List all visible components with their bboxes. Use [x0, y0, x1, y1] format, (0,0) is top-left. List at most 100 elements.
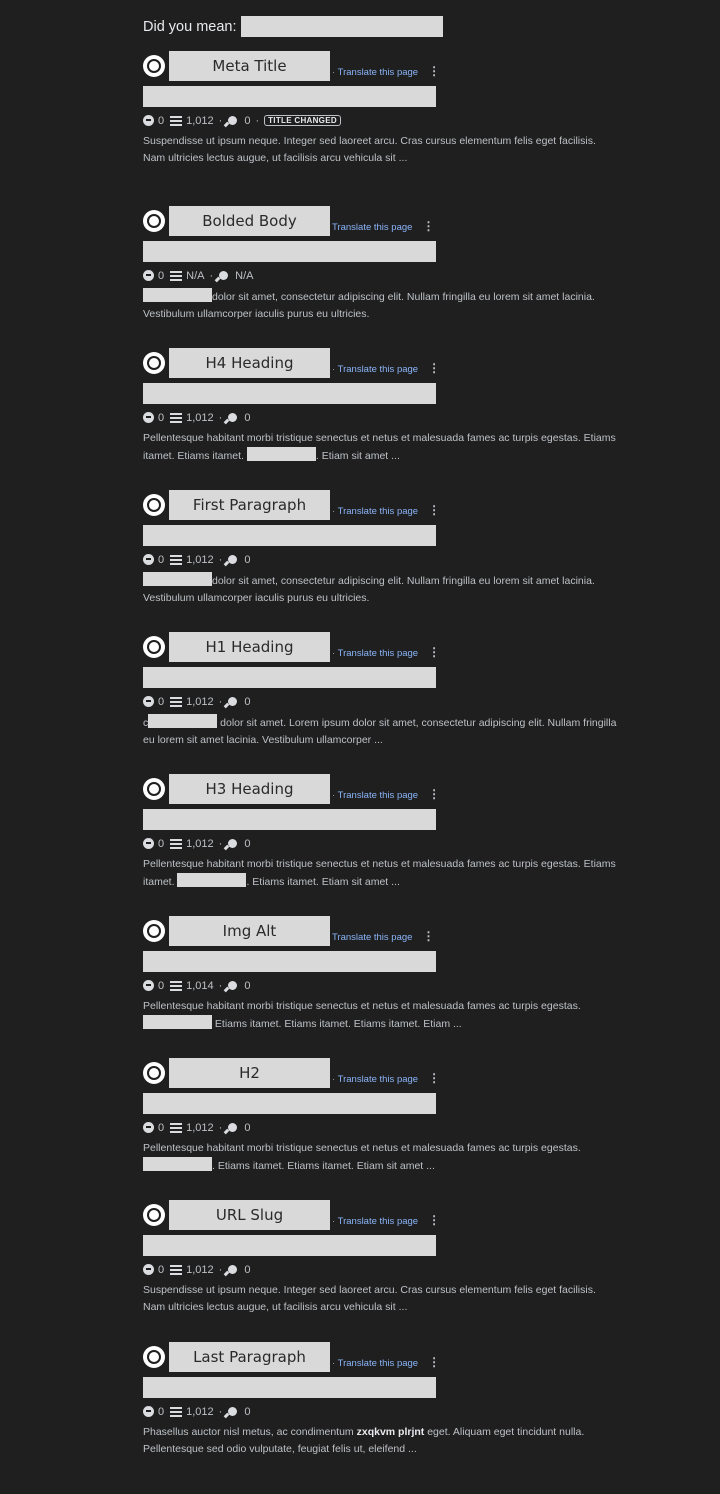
translate-link[interactable]: · Translate this page — [332, 790, 418, 801]
translate-link[interactable]: Translate this page — [332, 222, 412, 233]
redacted-text — [143, 1015, 212, 1029]
translate-link[interactable]: Translate this page — [332, 932, 412, 943]
keyword-count: 0 — [244, 1121, 251, 1134]
word-count: 1,012 — [186, 553, 214, 566]
word-count-icon — [170, 838, 183, 849]
redacted-result-title-link[interactable] — [143, 1377, 436, 1398]
more-options-icon[interactable]: ⋮ — [428, 64, 440, 78]
result-header: Bolded Body Translate this page ⋮ — [143, 206, 623, 236]
snippet-text: Suspendisse ut ipsum neque. Integer sed … — [143, 1284, 596, 1313]
comment-icon — [143, 1122, 154, 1133]
search-result: H1 Heading · Translate this page ⋮ 0 1,0… — [143, 632, 623, 774]
word-count: 1,012 — [186, 1121, 214, 1134]
separator: · — [218, 1405, 223, 1418]
translate-link[interactable]: · Translate this page — [332, 1216, 418, 1227]
redacted-text — [143, 288, 212, 302]
redacted-result-title-link[interactable] — [143, 86, 436, 107]
redacted-result-title-link[interactable] — [143, 1235, 436, 1256]
redacted-result-title-link[interactable] — [143, 241, 436, 262]
more-options-icon[interactable]: ⋮ — [428, 1071, 440, 1085]
result-site-label[interactable]: URL Slug — [169, 1200, 330, 1230]
translate-link[interactable]: · Translate this page — [332, 364, 418, 375]
result-snippet: dolor sit amet, consectetur adipiscing e… — [143, 288, 618, 323]
search-result: H4 Heading · Translate this page ⋮ 0 1,0… — [143, 348, 623, 490]
more-options-icon[interactable]: ⋮ — [428, 1355, 440, 1369]
result-header: URL Slug · Translate this page ⋮ — [143, 1200, 623, 1230]
keyword-count: 0 — [244, 695, 251, 708]
search-result: Bolded Body Translate this page ⋮ 0 N/A … — [143, 206, 623, 348]
comment-count: 0 — [158, 1121, 165, 1134]
result-header: Last Paragraph · Translate this page ⋮ — [143, 1342, 623, 1372]
search-result: Meta Title · Translate this page ⋮ 0 1,0… — [143, 51, 623, 206]
result-site-label[interactable]: H3 Heading — [169, 774, 330, 804]
more-options-icon[interactable]: ⋮ — [428, 503, 440, 517]
result-snippet: Suspendisse ut ipsum neque. Integer sed … — [143, 1282, 618, 1316]
snippet-bold: zxqkvm plrjnt — [356, 1426, 425, 1438]
word-count-icon — [170, 554, 183, 565]
key-icon — [228, 981, 238, 990]
more-options-icon[interactable]: ⋮ — [428, 645, 440, 659]
redacted-text — [246, 447, 316, 461]
comment-count: 0 — [158, 979, 165, 992]
result-snippet: Pellentesque habitant morbi tristique se… — [143, 1140, 618, 1175]
more-options-icon[interactable]: ⋮ — [422, 929, 434, 943]
translate-link[interactable]: · Translate this page — [332, 506, 418, 517]
snippet-text: Phasellus auctor nisl metus, ac condimen… — [143, 1426, 357, 1438]
result-metrics: 0 1,012 · 0 — [143, 1120, 623, 1135]
word-count: 1,014 — [186, 979, 214, 992]
result-snippet: dolor sit amet, consectetur adipiscing e… — [143, 572, 618, 607]
redacted-result-title-link[interactable] — [143, 383, 436, 404]
search-result: First Paragraph · Translate this page ⋮ … — [143, 490, 623, 632]
result-site-label[interactable]: H1 Heading — [169, 632, 330, 662]
status-badge: TITLE CHANGED — [264, 115, 341, 126]
result-metrics: 0 1,012 · 0 — [143, 410, 623, 425]
result-site-label[interactable]: Last Paragraph — [169, 1342, 330, 1372]
result-site-label[interactable]: H2 — [169, 1058, 330, 1088]
result-site-label[interactable]: H4 Heading — [169, 348, 330, 378]
keyword-count: 0 — [244, 114, 251, 127]
translate-link[interactable]: · Translate this page — [332, 648, 418, 659]
more-options-icon[interactable]: ⋮ — [428, 361, 440, 375]
result-site-label[interactable]: Bolded Body — [169, 206, 330, 236]
result-site-label[interactable]: First Paragraph — [169, 490, 330, 520]
comment-icon — [143, 838, 154, 849]
redacted-result-title-link[interactable] — [143, 809, 436, 830]
more-options-icon[interactable]: ⋮ — [428, 1213, 440, 1227]
result-snippet: Pellentesque habitant morbi tristique se… — [143, 998, 618, 1033]
key-icon — [228, 1123, 238, 1132]
translate-link[interactable]: · Translate this page — [332, 1358, 418, 1369]
search-result: URL Slug · Translate this page ⋮ 0 1,012… — [143, 1200, 623, 1342]
separator: · — [255, 114, 260, 127]
more-options-icon[interactable]: ⋮ — [422, 219, 434, 233]
more-options-icon[interactable]: ⋮ — [428, 787, 440, 801]
favicon-icon — [143, 494, 165, 516]
result-snippet: c dolor sit amet. Lorem ipsum dolor sit … — [143, 714, 618, 749]
redacted-result-title-link[interactable] — [143, 525, 436, 546]
translate-link[interactable]: · Translate this page — [332, 67, 418, 78]
word-count-icon — [170, 1264, 183, 1275]
keyword-count: N/A — [235, 269, 254, 282]
result-site-label[interactable]: Img Alt — [169, 916, 330, 946]
result-metrics: 0 1,014 · 0 — [143, 978, 623, 993]
redacted-suggestion-link[interactable] — [240, 16, 443, 37]
separator: · — [218, 837, 223, 850]
word-count: 1,012 — [186, 1405, 214, 1418]
translate-link[interactable]: · Translate this page — [332, 1074, 418, 1085]
separator: · — [218, 553, 223, 566]
favicon-icon — [143, 352, 165, 374]
redacted-result-title-link[interactable] — [143, 667, 436, 688]
word-count-icon — [170, 270, 183, 281]
keyword-count: 0 — [244, 837, 251, 850]
word-count-icon — [170, 412, 183, 423]
word-count-icon — [170, 1122, 183, 1133]
redacted-result-title-link[interactable] — [143, 951, 436, 972]
result-site-label[interactable]: Meta Title — [169, 51, 330, 81]
search-result: H3 Heading · Translate this page ⋮ 0 1,0… — [143, 774, 623, 916]
word-count: N/A — [186, 269, 205, 282]
key-icon — [228, 116, 238, 125]
snippet-text: . Etiams itamet. Etiam sit amet ... — [246, 876, 400, 888]
comment-count: 0 — [158, 837, 165, 850]
snippet-text: Pellentesque habitant morbi tristique se… — [143, 1000, 581, 1012]
comment-icon — [143, 554, 154, 565]
redacted-result-title-link[interactable] — [143, 1093, 436, 1114]
